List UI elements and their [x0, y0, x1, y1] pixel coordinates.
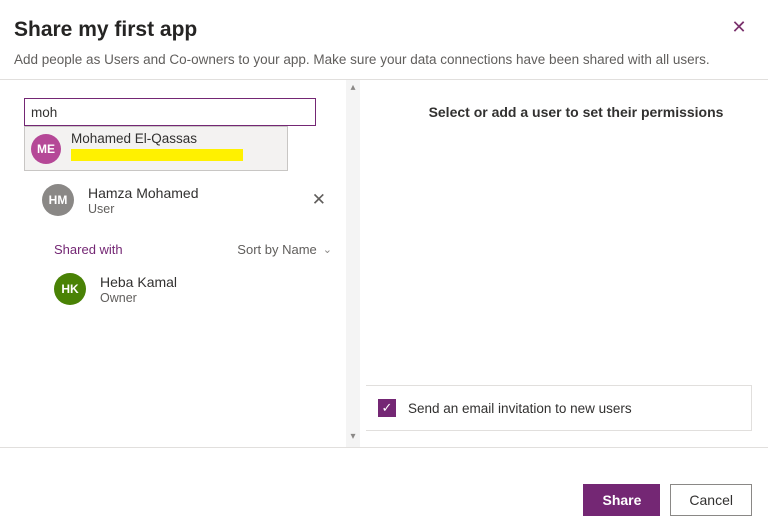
avatar: HM [42, 184, 74, 216]
shared-user-role: Owner [100, 291, 177, 305]
email-invite-checkbox[interactable]: ✓ [378, 399, 396, 417]
suggestion-email-redacted [71, 148, 243, 166]
shared-user-name: Heba Kamal [100, 274, 177, 290]
scroll-down-icon[interactable]: ▾ [346, 431, 360, 445]
cancel-button[interactable]: Cancel [670, 484, 752, 516]
share-button[interactable]: Share [583, 484, 660, 516]
permissions-placeholder: Select or add a user to set their permis… [400, 104, 752, 120]
email-invite-row: ✓ Send an email invitation to new users [366, 385, 752, 431]
sort-dropdown[interactable]: Sort by Name ⌄ [237, 242, 332, 257]
pending-user-name: Hamza Mohamed [88, 185, 199, 201]
suggestion-name: Mohamed El-Qassas [71, 131, 243, 146]
dialog-title: Share my first app [14, 18, 197, 42]
pending-user-role: User [88, 202, 199, 216]
email-invite-label: Send an email invitation to new users [408, 401, 632, 416]
avatar: HK [54, 273, 86, 305]
dialog-subtitle: Add people as Users and Co-owners to you… [0, 52, 768, 79]
shared-user-row[interactable]: HK Heba Kamal Owner [54, 273, 340, 305]
remove-user-icon[interactable]: ✕ [312, 190, 330, 210]
sort-label: Sort by Name [237, 242, 316, 257]
scrollbar[interactable]: ▴ ▾ [346, 80, 360, 447]
scroll-up-icon[interactable]: ▴ [346, 82, 360, 96]
people-search-input[interactable] [31, 105, 309, 120]
chevron-down-icon: ⌄ [323, 243, 332, 256]
people-search-box[interactable] [24, 98, 316, 126]
avatar: ME [31, 134, 61, 164]
pending-user-row[interactable]: HM Hamza Mohamed User ✕ [24, 180, 340, 220]
close-icon[interactable]: ✕ [730, 18, 748, 36]
shared-with-label: Shared with [54, 242, 123, 257]
suggestion-item[interactable]: ME Mohamed El-Qassas [24, 126, 288, 171]
